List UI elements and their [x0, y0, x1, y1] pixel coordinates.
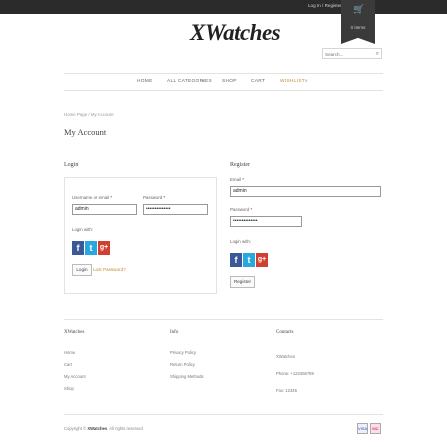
cart-widget[interactable]: 🛒 0 items	[341, 0, 375, 44]
footer-contact-name: XWatches	[276, 354, 295, 359]
register-heading: Register	[230, 162, 250, 168]
footer-divider	[64, 319, 383, 320]
footer-link-home[interactable]: Home	[64, 350, 75, 355]
twitter-icon[interactable]: t	[85, 241, 97, 255]
register-login-with-label: Login with:	[230, 239, 251, 244]
footer-link-cart[interactable]: Cart	[64, 362, 72, 367]
register-password-label: Password *	[230, 207, 253, 212]
footer-contact-phone: Phone: +123456789	[276, 371, 314, 376]
facebook-icon[interactable]: f	[72, 241, 84, 255]
footer-col3-title: Contacts	[276, 330, 294, 335]
top-bar: Log In / Register	[0, 0, 447, 14]
email-field[interactable]: admin	[230, 186, 381, 197]
footer-contact-fax: Fax: 12345	[276, 388, 297, 393]
page-title: My Account	[64, 127, 107, 137]
cart-count: 0 items	[350, 25, 366, 30]
facebook-icon[interactable]: f	[230, 253, 242, 267]
footer-link-shop[interactable]: Shop	[64, 386, 74, 391]
password-field[interactable]: ••••••••••••••	[143, 204, 208, 215]
copyright: Copyright © XWatches. All rights reserve…	[64, 426, 143, 431]
footer-link-my-account[interactable]: My Account	[64, 374, 86, 379]
nav-item-shop[interactable]: SHOP	[222, 79, 237, 84]
footer-link-privacy-policy[interactable]: Privacy Policy	[170, 350, 196, 355]
login-button[interactable]: Login	[72, 264, 92, 276]
cart-icon: 🛒	[353, 4, 365, 14]
register-password-field[interactable]: ••••••••••••••	[230, 216, 302, 227]
breadcrumb[interactable]: Home Page / My Account	[64, 112, 114, 117]
main-nav: HOME ALL CATEGORIES v SHOP CART WISHLIST…	[64, 73, 383, 91]
google-plus-icon[interactable]: g+	[256, 253, 268, 267]
site-logo[interactable]: XWatches	[190, 20, 281, 46]
search-input[interactable]	[325, 50, 371, 58]
footer-link-return-policy[interactable]: Return Policy	[170, 362, 195, 367]
login-register-link[interactable]: Log In / Register	[308, 3, 342, 8]
footer-col1-title: XWatches	[64, 330, 85, 335]
footer-bottom-divider	[64, 414, 383, 415]
visa-icon: VISA	[357, 423, 368, 434]
username-label: Username or email *	[72, 195, 113, 200]
lost-password-link[interactable]: Lost Password?	[93, 267, 126, 272]
password-label: Password *	[143, 195, 166, 200]
search-icon[interactable]: ⌕	[376, 50, 379, 58]
nav-item-wishlist[interactable]: WISHLIST	[280, 79, 305, 84]
search-box[interactable]: ⌕	[322, 48, 382, 59]
nav-item-all-categories[interactable]: ALL CATEGORIES	[167, 79, 212, 84]
footer-col2-title: Info	[170, 330, 179, 335]
nav-item-home[interactable]: HOME	[137, 79, 153, 84]
mastercard-icon: MC	[370, 423, 381, 434]
footer-link-shipping-methods[interactable]: Shipping Methods	[170, 374, 204, 379]
login-with-label: Login with:	[72, 227, 93, 232]
email-label: Email *	[230, 177, 244, 182]
chevron-down-icon: v	[305, 79, 308, 84]
register-button[interactable]: Register	[230, 276, 255, 288]
google-plus-icon[interactable]: g+	[98, 241, 110, 255]
username-field[interactable]: admin	[72, 204, 137, 215]
nav-item-cart[interactable]: CART	[251, 79, 265, 84]
twitter-icon[interactable]: t	[243, 253, 255, 267]
chevron-down-icon: v	[202, 79, 205, 84]
login-heading: Login	[64, 162, 79, 168]
